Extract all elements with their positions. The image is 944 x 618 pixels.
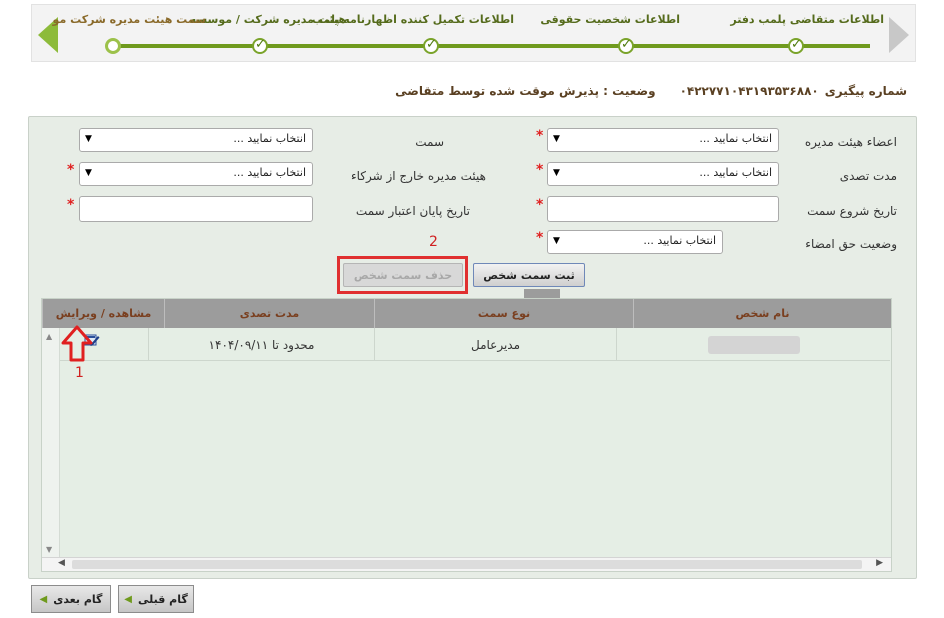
col-header-view-edit[interactable]: مشاهده / ویرایش xyxy=(42,299,164,328)
previous-step-button[interactable]: گام قبلی ◀ xyxy=(118,585,194,613)
board-members-value: انتخاب نمایید ... xyxy=(699,132,772,145)
external-board-label: هیئت مدیره خارج از شرکاء xyxy=(350,169,486,183)
next-step-button[interactable]: گام بعدی ◀ xyxy=(31,585,111,613)
step-label: هیئت مدیره شرکت / موسسه xyxy=(189,13,346,26)
tenure-label: مدت تصدی xyxy=(839,169,897,183)
grid-header: نام شخص نوع سمت مدت تصدی مشاهده / ویرایش xyxy=(42,299,891,328)
annotation-number-1: 1 xyxy=(75,365,84,381)
board-members-select[interactable]: انتخاب نمایید ... ▼ xyxy=(547,128,779,152)
arrow-left-icon: ◀ xyxy=(124,593,132,605)
signature-status-select[interactable]: انتخاب نمایید ... ▼ xyxy=(547,230,723,254)
previous-step-label: گام قبلی xyxy=(137,592,188,606)
tenure-select[interactable]: انتخاب نمایید ... ▼ xyxy=(547,162,779,186)
step-label: اطلاعات متقاضی پلمب دفتر xyxy=(730,13,884,26)
position-form-panel: اعضاء هیئت مدیره انتخاب نمایید ... ▼ * س… xyxy=(28,116,917,579)
cell-tenure: محدود تا ۱۴۰۴/۰۹/۱۱ xyxy=(148,328,374,361)
scroll-thumb[interactable] xyxy=(72,560,862,569)
tenure-value: انتخاب نمایید ... xyxy=(699,166,772,179)
position-label: سمت xyxy=(415,135,444,149)
annotation-highlight-box xyxy=(337,256,468,294)
position-select[interactable]: انتخاب نمایید ... ▼ xyxy=(79,128,313,152)
scroll-left-icon[interactable]: ◀ xyxy=(58,558,65,568)
step-board-positions[interactable]: سمت هیئت مدیره شرکت مو xyxy=(32,5,206,61)
external-board-select[interactable]: انتخاب نمایید ... ▼ xyxy=(79,162,313,186)
prev-step-arrow-icon[interactable] xyxy=(889,17,909,53)
arrow-left-icon: ◀ xyxy=(39,593,48,605)
required-mark: * xyxy=(536,128,544,144)
required-mark: * xyxy=(67,197,75,213)
required-mark: * xyxy=(536,230,544,246)
tracking-number: ۰۴۲۲۷۷۱۰۴۳۱۹۳۵۳۶۸۸۰ xyxy=(679,84,819,98)
col-header-position-type[interactable]: نوع سمت xyxy=(374,299,633,328)
end-date-label: تاریخ پایان اعتبار سمت xyxy=(355,204,470,218)
step-done-check-icon xyxy=(618,37,634,54)
end-date-input[interactable] xyxy=(79,196,313,222)
scroll-down-icon[interactable]: ▼ xyxy=(46,545,52,554)
application-status: وضعیت : پذیرش موقت شده توسط متقاضی xyxy=(395,84,656,98)
required-mark: * xyxy=(536,162,544,178)
annotation-arrow-up-icon xyxy=(61,325,93,362)
step-done-check-icon xyxy=(788,37,804,54)
signature-status-label: وضعیت حق امضاء xyxy=(805,237,897,251)
external-board-value: انتخاب نمایید ... xyxy=(233,166,306,179)
tracking-label: شماره پیگیری xyxy=(824,84,907,98)
step-label: سمت هیئت مدیره شرکت مو xyxy=(52,13,206,26)
step-applicant-info[interactable]: اطلاعات متقاضی پلمب دفتر xyxy=(692,5,892,61)
cell-person-name xyxy=(616,328,890,361)
positions-grid: نام شخص نوع سمت مدت تصدی مشاهده / ویرایش… xyxy=(41,298,892,572)
grid-horizontal-scrollbar[interactable]: ◀ ▶ xyxy=(42,557,891,571)
dropdown-caret-icon: ▼ xyxy=(85,134,92,144)
dropdown-caret-icon: ▼ xyxy=(85,168,92,178)
redacted-name xyxy=(707,335,800,354)
col-header-tenure[interactable]: مدت تصدی xyxy=(164,299,374,328)
wizard-stepper: اطلاعات متقاضی پلمب دفتر اطلاعات شخصیت ح… xyxy=(31,4,916,62)
dropdown-caret-icon: ▼ xyxy=(553,236,560,246)
start-date-label: تاریخ شروع سمت xyxy=(807,204,897,218)
tracking-line: شماره پیگیری ۰۴۲۲۷۷۱۰۴۳۱۹۳۵۳۶۸۸۰ وضعیت : پ… xyxy=(389,84,907,98)
dropdown-caret-icon: ▼ xyxy=(553,134,560,144)
step-done-check-icon xyxy=(252,37,268,54)
start-date-input[interactable] xyxy=(547,196,779,222)
dropdown-caret-icon: ▼ xyxy=(553,168,560,178)
next-step-label: گام بعدی xyxy=(53,592,103,606)
annotation-number-2: 2 xyxy=(429,234,438,250)
required-mark: * xyxy=(67,162,75,178)
register-position-button[interactable]: ثبت سمت شخص xyxy=(473,263,585,287)
step-label: اطلاعات شخصیت حقوقی xyxy=(540,13,680,26)
position-value: انتخاب نمایید ... xyxy=(233,132,306,145)
scroll-up-icon[interactable]: ▲ xyxy=(46,332,52,341)
step-current-dot-icon xyxy=(105,38,121,54)
grid-vertical-scrollbar[interactable]: ▲ ▼ xyxy=(42,328,60,558)
board-members-label: اعضاء هیئت مدیره xyxy=(804,135,897,149)
col-header-person-name[interactable]: نام شخص xyxy=(633,299,891,328)
scroll-right-icon[interactable]: ▶ xyxy=(876,558,883,568)
cell-position-type: مدیرعامل xyxy=(374,328,616,361)
required-mark: * xyxy=(536,197,544,213)
step-done-check-icon xyxy=(423,37,439,54)
page: اطلاعات متقاضی پلمب دفتر اطلاعات شخصیت ح… xyxy=(0,0,944,618)
signature-status-value: انتخاب نمایید ... xyxy=(643,234,716,247)
table-row: مدیرعامل محدود تا ۱۴۰۴/۰۹/۱۱ xyxy=(60,328,890,361)
